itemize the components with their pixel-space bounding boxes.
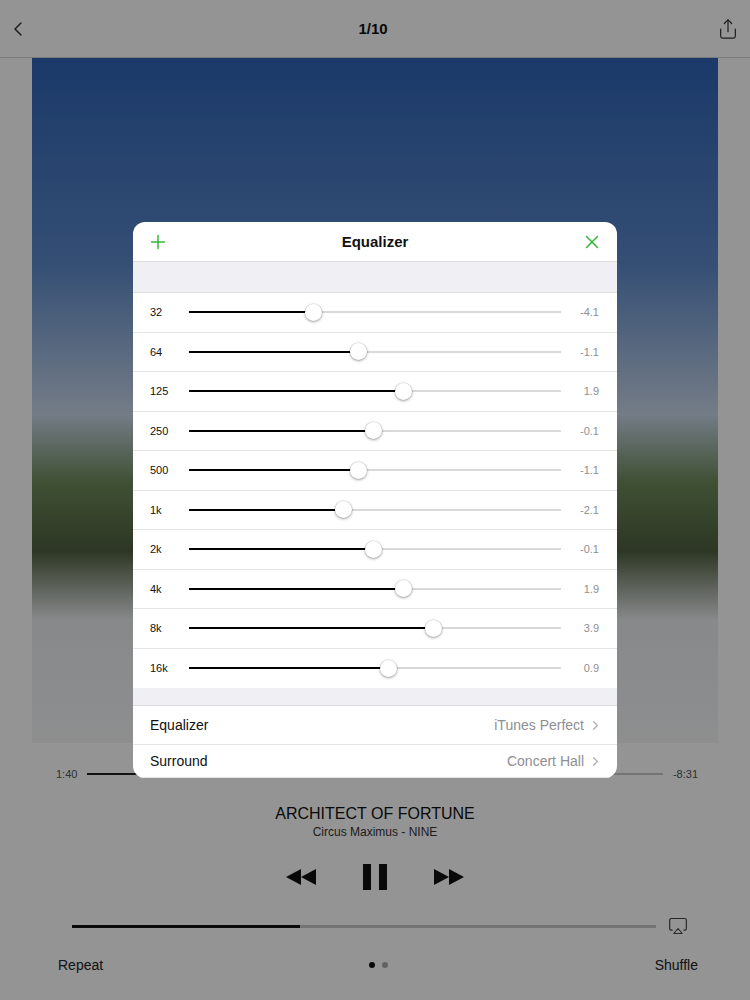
band-row: 64 -1.1 [133,333,617,373]
band-reading: -1.1 [561,346,599,358]
band-reading: -2.1 [561,504,599,516]
band-label: 500 [150,464,189,476]
band-slider[interactable] [189,627,561,629]
band-slider[interactable] [189,588,561,590]
chevron-icon [588,718,603,733]
band-slider[interactable] [189,311,561,313]
band-label: 4k [150,583,189,595]
band-reading: -1.1 [561,464,599,476]
band-row: 250 -0.1 [133,412,617,452]
band-slider[interactable] [189,430,561,432]
band-row: 500 -1.1 [133,451,617,491]
slider-thumb[interactable] [305,304,322,321]
slider-thumb[interactable] [335,501,352,518]
band-label: 8k [150,622,189,634]
band-slider[interactable] [189,351,561,353]
band-row: 16k 0.9 [133,649,617,689]
section-gap [133,262,617,293]
setting-row[interactable]: Equalizer iTunes Perfect [133,706,617,745]
band-label: 64 [150,346,189,358]
player-screen: 1/101:40-8:31ARCHITECT OF FORTUNECircus … [0,0,750,1000]
band-row: 32 -4.1 [133,293,617,333]
setting-row[interactable]: Surround Concert Hall [133,745,617,778]
band-label: 250 [150,425,189,437]
slider-thumb[interactable] [395,580,412,597]
band-slider[interactable] [189,667,561,669]
band-reading: -4.1 [561,306,599,318]
slider-thumb[interactable] [365,422,382,439]
slider-thumb[interactable] [395,383,412,400]
dialog-title: Equalizer [342,233,409,250]
setting-value: iTunes Perfect [494,717,603,733]
band-row: 2k -0.1 [133,530,617,570]
setting-label: Surround [150,753,208,769]
close-icon[interactable] [581,231,603,253]
band-reading: 1.9 [561,583,599,595]
band-label: 2k [150,543,189,555]
add-preset-icon[interactable] [147,231,169,253]
slider-thumb[interactable] [365,541,382,558]
setting-value: Concert Hall [507,753,603,769]
band-reading: -0.1 [561,543,599,555]
section-gap [133,688,617,706]
slider-thumb[interactable] [380,660,397,677]
band-slider[interactable] [189,548,561,550]
band-label: 125 [150,385,189,397]
slider-thumb[interactable] [350,462,367,479]
band-row: 4k 1.9 [133,570,617,610]
band-row: 8k 3.9 [133,609,617,649]
chevron-icon [588,754,603,769]
slider-thumb[interactable] [425,620,442,637]
band-row: 125 1.9 [133,372,617,412]
band-label: 1k [150,504,189,516]
band-slider[interactable] [189,469,561,471]
band-reading: 0.9 [561,662,599,674]
band-reading: 1.9 [561,385,599,397]
dialog-header: Equalizer [133,222,617,262]
band-slider[interactable] [189,390,561,392]
setting-label: Equalizer [150,717,208,733]
equalizer-dialog: Equalizer 32 -4.1 64 -1.1 125 1.9 250 -0.1 500 -1.… [133,222,617,778]
band-reading: -0.1 [561,425,599,437]
band-row: 1k -2.1 [133,491,617,531]
band-label: 16k [150,662,189,674]
band-reading: 3.9 [561,622,599,634]
slider-thumb[interactable] [350,343,367,360]
band-slider[interactable] [189,509,561,511]
band-label: 32 [150,306,189,318]
